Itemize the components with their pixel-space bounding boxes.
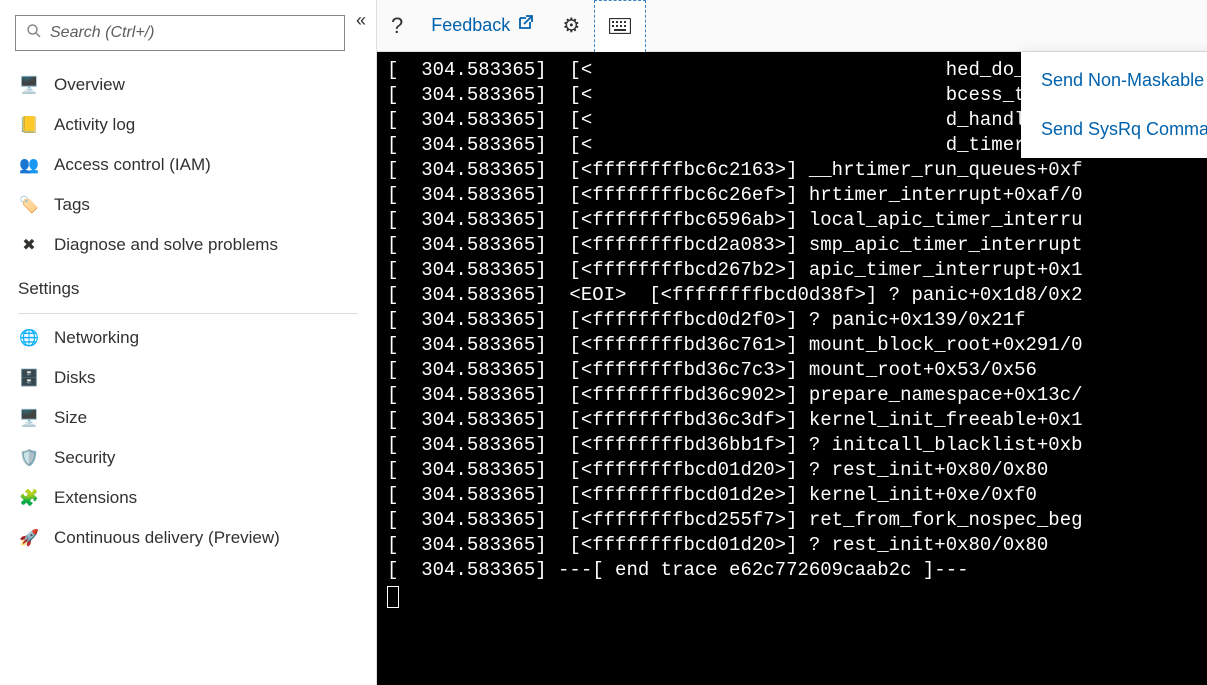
nav-label: Networking [54,328,139,348]
main: ? Feedback ⚙ Send Non-Maskable Interrupt… [377,0,1207,685]
security-icon: 🛡️ [18,447,40,469]
console-line: [ 304.583365] [<ffffffffbcd267b2>] apic_… [387,259,1083,281]
settings-button[interactable]: ⚙ [548,0,594,52]
console-line: [ 304.583365] [< hed_do_timer+0x [387,59,1117,81]
dropdown-send-sysrq[interactable]: Send SysRq Command [1021,105,1207,154]
search-icon [26,23,42,44]
nav-label: Size [54,408,87,428]
console-line: [ 304.583365] [< bcess_times+0x6 [387,84,1117,106]
console-line: [ 304.583365] [<ffffffffbcd2a083>] smp_a… [387,234,1083,256]
nav-networking[interactable]: 🌐 Networking [0,318,376,358]
nav-label: Continuous delivery (Preview) [54,528,280,548]
nav-extensions[interactable]: 🧩 Extensions [0,478,376,518]
disks-icon: 🗄️ [18,367,40,389]
nav-label: Extensions [54,488,137,508]
console-line: [ 304.583365] [<ffffffffbcd01d20>] ? res… [387,459,1048,481]
sidebar: Search (Ctrl+/) « 🖥️ Overview 📒 Activity… [0,0,377,685]
tags-icon: 🏷️ [18,194,40,216]
console-line: [ 304.583365] [<ffffffffbd36bb1f>] ? ini… [387,434,1083,456]
search-input[interactable]: Search (Ctrl+/) [15,15,345,51]
console-line: [ 304.583365] <EOI> [<ffffffffbcd0d38f>]… [387,284,1083,306]
nav-label: Activity log [54,115,135,135]
cd-icon: 🚀 [18,527,40,549]
console-line: [ 304.583365] [<ffffffffbd36c761>] mount… [387,334,1083,356]
console-line: [ 304.583365] [<ffffffffbcd01d2e>] kerne… [387,484,1037,506]
dropdown-send-nmi[interactable]: Send Non-Maskable Interrupt (NMI) [1021,56,1207,105]
networking-icon: 🌐 [18,327,40,349]
collapse-sidebar-button[interactable]: « [356,10,366,31]
nav-disks[interactable]: 🗄️ Disks [0,358,376,398]
section-settings-label: Settings [0,265,376,307]
console-line: [ 304.583365] [<ffffffffbd36c902>] prepa… [387,384,1083,406]
nav-access-control[interactable]: 👥 Access control (IAM) [0,145,376,185]
console-line: [ 304.583365] [< d_handle+0x30/0 [387,109,1117,131]
console-line: [ 304.583365] [<ffffffffbc6c2163>] __hrt… [387,159,1083,181]
nav-label: Access control (IAM) [54,155,211,175]
nav-label: Disks [54,368,96,388]
external-link-icon [516,14,534,37]
diagnose-icon: ✖ [18,234,40,256]
nav-label: Diagnose and solve problems [54,235,278,255]
console-line: [ 304.583365] [<ffffffffbd36c3df>] kerne… [387,409,1083,431]
help-button[interactable]: ? [377,0,417,52]
size-icon: 🖥️ [18,407,40,429]
nav-diagnose[interactable]: ✖ Diagnose and solve problems [0,225,376,265]
nav-overview[interactable]: 🖥️ Overview [0,65,376,105]
special-commands-dropdown: Send Non-Maskable Interrupt (NMI) Send S… [1021,52,1207,158]
app-root: Search (Ctrl+/) « 🖥️ Overview 📒 Activity… [0,0,1207,685]
console-line: [ 304.583365] [<ffffffffbcd255f7>] ret_f… [387,509,1083,531]
console-line: [ 304.583365] ---[ end trace e62c772609c… [387,559,969,581]
console-line: [ 304.583365] [<ffffffffbc6c26ef>] hrtim… [387,184,1083,206]
console-line: [ 304.583365] [<ffffffffbc6596ab>] local… [387,209,1083,231]
search-row: Search (Ctrl+/) « [0,0,376,59]
console-line: [ 304.583365] [< d_timer+0x39/0x [387,134,1117,156]
console-line: [ 304.583365] [<ffffffffbcd01d20>] ? res… [387,534,1048,556]
search-placeholder: Search (Ctrl+/) [50,24,154,42]
keyboard-icon [609,18,631,34]
activity-log-icon: 📒 [18,114,40,136]
nav: 🖥️ Overview 📒 Activity log 👥 Access cont… [0,59,376,685]
nav-label: Security [54,448,115,468]
nav-activity-log[interactable]: 📒 Activity log [0,105,376,145]
overview-icon: 🖥️ [18,74,40,96]
nav-continuous-delivery[interactable]: 🚀 Continuous delivery (Preview) [0,518,376,558]
console-line: [ 304.583365] [<ffffffffbcd0d2f0>] ? pan… [387,309,1026,331]
section-separator [18,313,358,314]
console-line: [ 304.583365] [<ffffffffbd36c7c3>] mount… [387,359,1037,381]
access-control-icon: 👥 [18,154,40,176]
toolbar: ? Feedback ⚙ [377,0,1207,52]
nav-size[interactable]: 🖥️ Size [0,398,376,438]
extensions-icon: 🧩 [18,487,40,509]
special-commands-button[interactable] [594,0,646,52]
nav-tags[interactable]: 🏷️ Tags [0,185,376,225]
nav-label: Overview [54,75,125,95]
nav-label: Tags [54,195,90,215]
feedback-link[interactable]: Feedback [417,0,548,52]
nav-security[interactable]: 🛡️ Security [0,438,376,478]
console-cursor [387,586,399,608]
feedback-label: Feedback [431,15,510,36]
